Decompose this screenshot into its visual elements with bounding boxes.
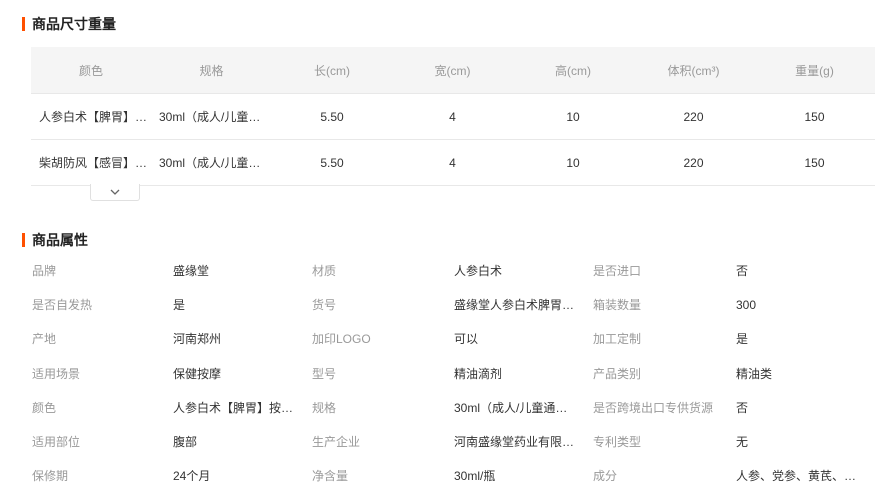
attr-label: 适用部位 xyxy=(32,435,81,449)
table-row: 柴胡防风【感冒】… 30ml（成人/儿童… 5.50 4 10 220 150 xyxy=(31,139,875,186)
attr-value: 人参白术【脾胃】按… xyxy=(173,400,293,415)
attr-value: 无 xyxy=(736,435,749,449)
attr-value: 24个月 xyxy=(173,469,211,484)
attr-label: 是否自发热 xyxy=(32,298,93,313)
attr-section-title: 商品属性 xyxy=(22,230,88,250)
attr-label: 品牌 xyxy=(32,264,57,278)
attr-value: 可以 xyxy=(454,332,479,347)
attr-value: 否 xyxy=(736,264,749,278)
col-header-volume: 体积(cm³) xyxy=(633,47,754,94)
attr-value: 300 xyxy=(736,298,757,313)
cell-volume: 220 xyxy=(633,139,754,186)
col-header-length: 长(cm) xyxy=(272,47,392,94)
attr-value: 盛缘堂 xyxy=(173,264,210,278)
attr-label: 是否进口 xyxy=(593,264,642,278)
attr-value: 精油类 xyxy=(736,366,773,381)
attr-value: 精油滴剂 xyxy=(454,366,503,381)
attr-value: 否 xyxy=(736,400,749,415)
size-weight-table: 颜色 规格 长(cm) 宽(cm) 高(cm) 体积(cm³) 重量(g) 人参… xyxy=(31,47,875,186)
title-accent-bar xyxy=(22,17,25,31)
col-header-height: 高(cm) xyxy=(513,47,633,94)
attr-label: 适用场景 xyxy=(32,366,81,381)
cell-weight: 150 xyxy=(754,93,875,140)
cell-spec: 30ml（成人/儿童… xyxy=(151,93,272,140)
cell-height: 10 xyxy=(513,139,633,186)
size-section-title-text: 商品尺寸重量 xyxy=(32,16,116,32)
attr-label: 专利类型 xyxy=(593,435,642,449)
attr-label: 净含量 xyxy=(312,469,349,484)
attr-value: 保健按摩 xyxy=(173,366,222,381)
cell-length: 5.50 xyxy=(272,139,392,186)
table-header-row: 颜色 规格 长(cm) 宽(cm) 高(cm) 体积(cm³) 重量(g) xyxy=(31,47,875,94)
cell-color: 柴胡防风【感冒】… xyxy=(31,139,151,186)
col-header-color: 颜色 xyxy=(31,47,151,94)
cell-weight: 150 xyxy=(754,139,875,186)
attr-value: 人参白术 xyxy=(454,264,503,278)
col-header-spec: 规格 xyxy=(151,47,272,94)
col-header-weight: 重量(g) xyxy=(754,47,875,94)
cell-height: 10 xyxy=(513,93,633,140)
attr-value: 是 xyxy=(736,332,749,347)
attr-label: 加工定制 xyxy=(593,332,642,347)
col-header-width: 宽(cm) xyxy=(392,47,513,94)
attr-label: 规格 xyxy=(312,400,337,415)
attr-section-title-text: 商品属性 xyxy=(32,232,88,248)
expand-table-button[interactable] xyxy=(90,184,140,201)
attr-label: 货号 xyxy=(312,298,337,313)
cell-color: 人参白术【脾胃】… xyxy=(31,93,151,140)
attr-value: 30ml/瓶 xyxy=(454,469,496,484)
attr-value: 30ml（成人/儿童通用… xyxy=(454,400,574,415)
attr-label: 是否跨境出口专供货源 xyxy=(593,400,714,415)
cell-volume: 220 xyxy=(633,93,754,140)
title-accent-bar xyxy=(22,233,25,247)
attr-label: 箱装数量 xyxy=(593,298,642,313)
cell-length: 5.50 xyxy=(272,93,392,140)
cell-spec: 30ml（成人/儿童… xyxy=(151,139,272,186)
table-row: 人参白术【脾胃】… 30ml（成人/儿童… 5.50 4 10 220 150 xyxy=(31,93,875,140)
attr-label: 型号 xyxy=(312,366,337,381)
attr-value: 盛缘堂人参白术脾胃… xyxy=(454,298,574,313)
attr-value: 腹部 xyxy=(173,435,198,449)
cell-width: 4 xyxy=(392,93,513,140)
attr-label: 保修期 xyxy=(32,469,69,484)
chevron-down-icon xyxy=(110,189,120,195)
attr-value: 河南郑州 xyxy=(173,332,222,347)
cell-width: 4 xyxy=(392,139,513,186)
attr-label: 产品类别 xyxy=(593,366,642,381)
attr-value: 河南盛缘堂药业有限… xyxy=(454,435,574,449)
attr-value: 是 xyxy=(173,298,186,313)
size-section-title: 商品尺寸重量 xyxy=(22,14,116,34)
attr-label: 产地 xyxy=(32,332,57,347)
attr-label: 材质 xyxy=(312,264,337,278)
attr-label: 成分 xyxy=(593,469,618,484)
attr-label: 生产企业 xyxy=(312,435,361,449)
attr-value: 人参、党参、黄芪、… xyxy=(736,469,857,484)
attr-label: 加印LOGO xyxy=(312,332,371,347)
attr-label: 颜色 xyxy=(32,400,57,415)
